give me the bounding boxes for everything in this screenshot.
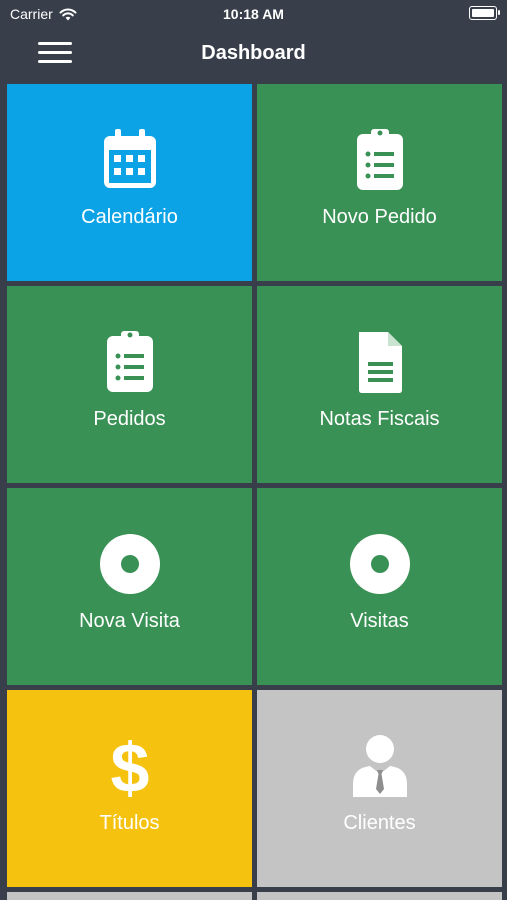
nav-bar: Dashboard <box>0 28 507 80</box>
status-bar: Carrier 10:18 AM <box>0 0 507 28</box>
tile-label: Novo Pedido <box>322 206 437 228</box>
tile-label: Pedidos <box>93 408 166 430</box>
disc-icon <box>7 532 252 596</box>
clock: 10:18 AM <box>223 6 284 22</box>
battery-icon <box>469 6 500 20</box>
tile-label: Calendário <box>81 206 178 228</box>
tile-label: Visitas <box>350 610 409 632</box>
clipboard-list-icon <box>7 330 252 394</box>
dashboard-grid: Calendário Novo Pedido Pedidos Notas Fis… <box>7 84 502 887</box>
tile-pedidos[interactable]: Pedidos <box>7 286 252 483</box>
tile-label: Clientes <box>343 812 416 834</box>
tile-visitas[interactable]: Visitas <box>257 488 502 685</box>
tile-novo-pedido[interactable]: Novo Pedido <box>257 84 502 281</box>
tile-clientes[interactable]: Clientes <box>257 690 502 887</box>
tile-nova-visita[interactable]: Nova Visita <box>7 488 252 685</box>
clipboard-list-icon <box>257 128 502 192</box>
tile-notas-fiscais[interactable]: Notas Fiscais <box>257 286 502 483</box>
dollar-icon: $ <box>7 734 252 798</box>
tile-titulos[interactable]: $ Títulos <box>7 690 252 887</box>
tile-label: Nova Visita <box>79 610 180 632</box>
next-tile-peek <box>7 892 252 900</box>
page-title: Dashboard <box>201 42 306 64</box>
next-tile-peek <box>257 892 502 900</box>
calendar-icon <box>7 128 252 192</box>
tile-calendario[interactable]: Calendário <box>7 84 252 281</box>
disc-icon <box>257 532 502 596</box>
svg-text:$: $ <box>110 734 149 798</box>
tile-label: Títulos <box>99 812 160 834</box>
tile-label: Notas Fiscais <box>319 408 440 430</box>
user-tie-icon <box>257 734 502 798</box>
document-icon <box>257 330 502 394</box>
